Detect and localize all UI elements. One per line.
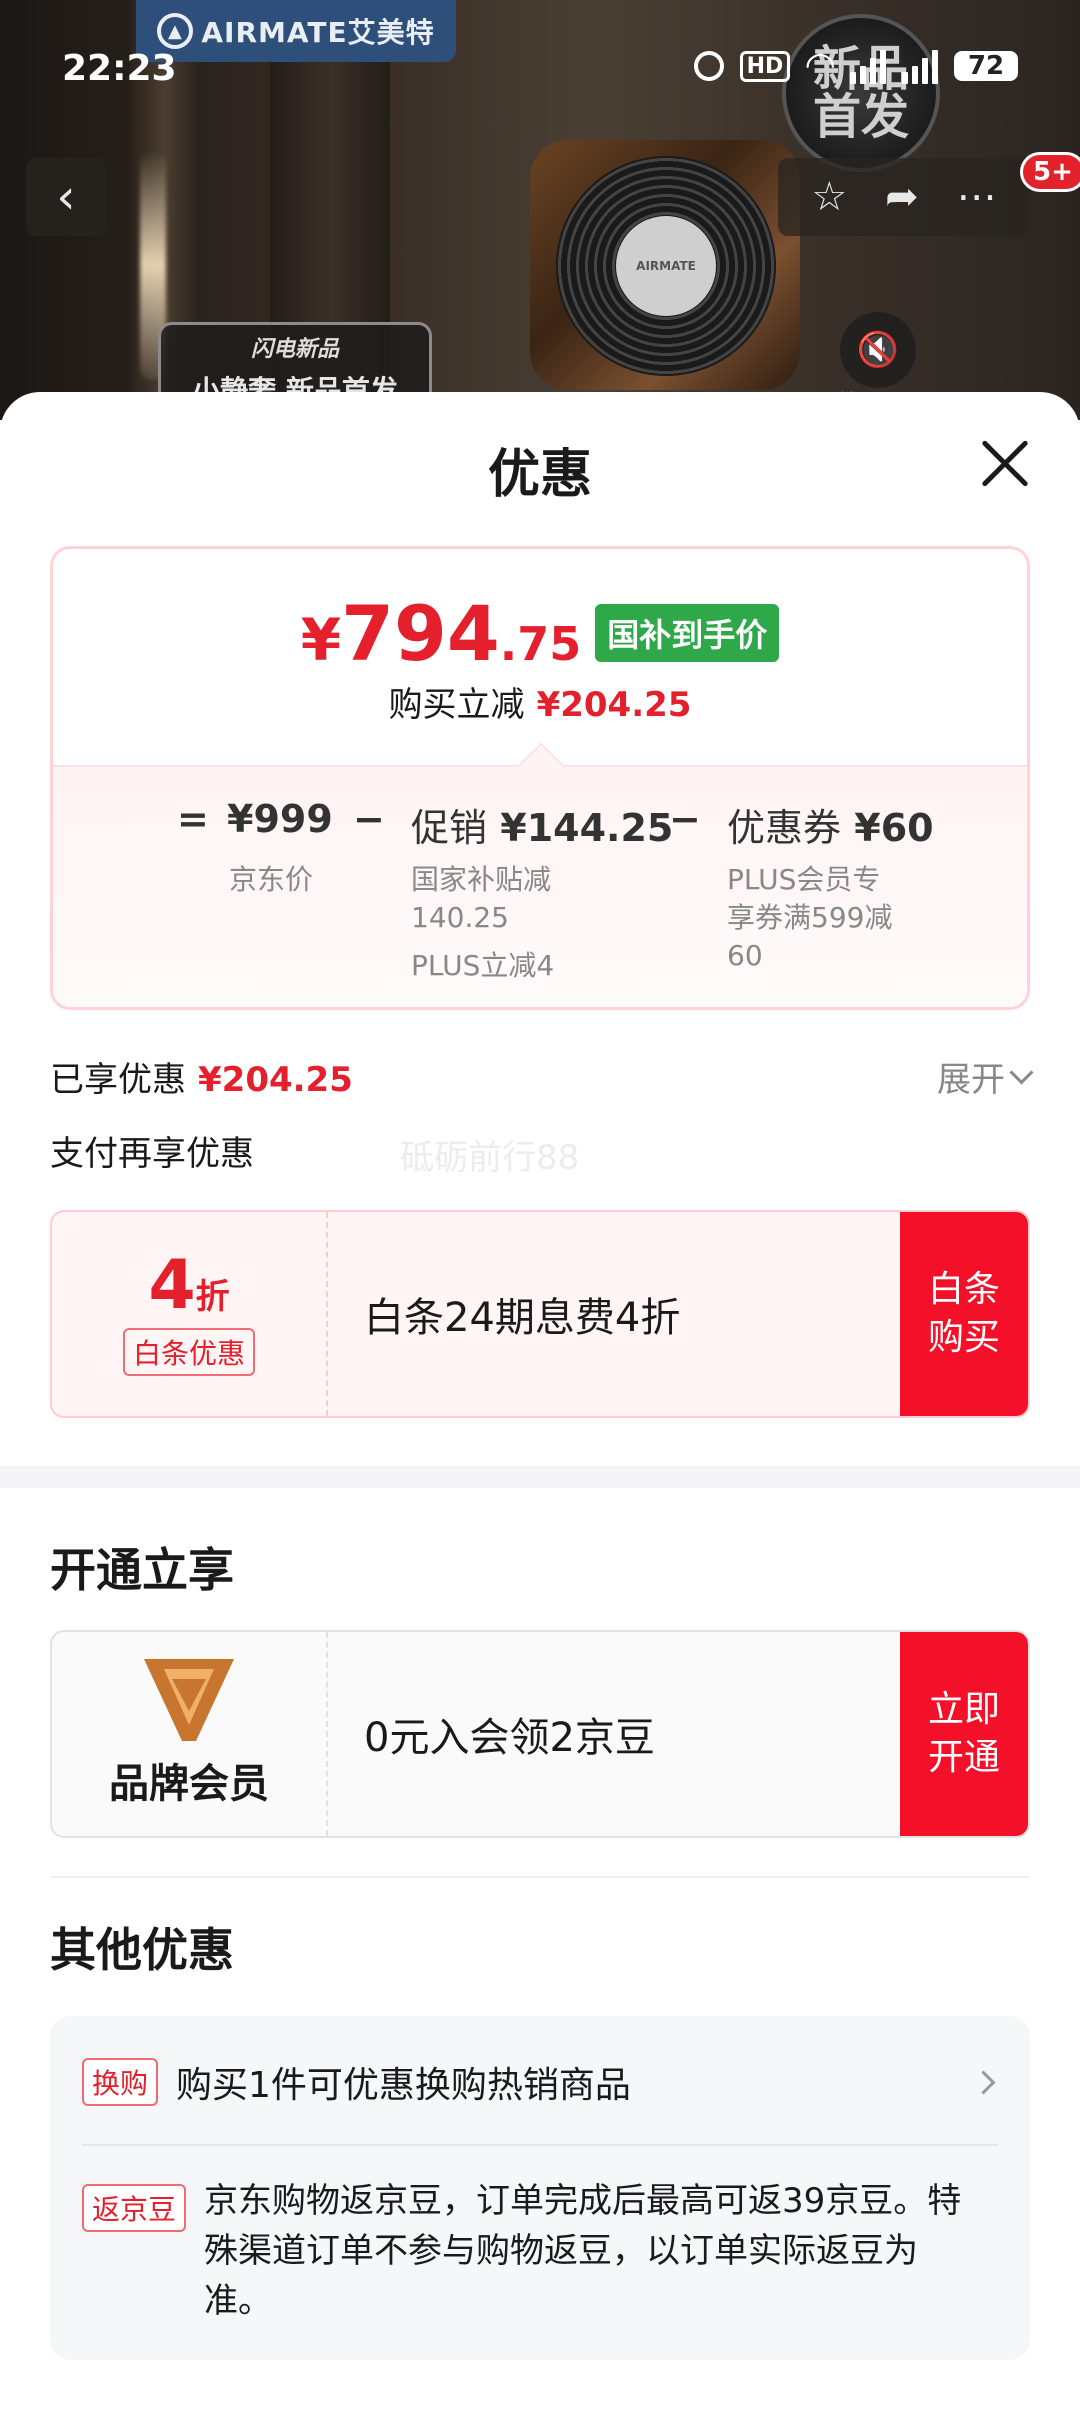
divider xyxy=(82,2144,998,2146)
final-price-row: ¥794.75 国补到手价 xyxy=(53,589,1027,678)
chevron-left-icon: ‹ xyxy=(56,169,76,225)
promo-small: 闪电新品 xyxy=(250,337,339,362)
signal-icon xyxy=(902,48,938,84)
member-offer-card[interactable]: 品牌会员 0元入会领2京豆 立即开通 xyxy=(50,1630,1030,1838)
close-icon[interactable] xyxy=(976,434,1034,492)
baitiao-buy-label: 白条购买 xyxy=(927,1269,1000,1358)
other-section-title: 其他优惠 xyxy=(50,1923,234,1977)
coupon-desc-line: 享券满599减 xyxy=(727,901,893,934)
baitiao-buy-button[interactable]: 白条购买 xyxy=(900,1212,1028,1416)
baitiao-tag: 白条优惠 xyxy=(122,1328,255,1376)
fan-hub: AIRMATE xyxy=(616,216,716,316)
watermark: 砥砺前行88 xyxy=(400,1138,580,1178)
signal-icon xyxy=(850,48,886,84)
final-price-dec: .75 xyxy=(499,617,582,671)
enjoyed-amount: ¥204.25 xyxy=(198,1060,353,1100)
enjoyed-label: 已享优惠 xyxy=(50,1060,186,1100)
section-divider xyxy=(0,1466,1080,1488)
discount-unit: 折 xyxy=(195,1277,230,1317)
jd-bean-tag: 返京豆 xyxy=(82,2184,187,2232)
trade-in-tag: 换购 xyxy=(82,2058,159,2106)
baitiao-discount: 4折 白条优惠 xyxy=(52,1212,328,1416)
reduce-row: 购买立减 ¥204.25 xyxy=(53,677,1027,726)
promo-desc-line: 国家补贴减 xyxy=(411,863,552,896)
promo-label: 促销 xyxy=(411,806,488,850)
open-member-button[interactable]: 立即开通 xyxy=(900,1632,1028,1836)
member-brand: 品牌会员 xyxy=(52,1632,328,1836)
chevron-right-icon xyxy=(971,2069,996,2095)
message-count-badge: 5+ xyxy=(1020,152,1080,192)
price-formula: = ¥999 京东价 − 促销 ¥144.25 国家补贴减 140.25 PLU… xyxy=(53,765,1027,1007)
promo-value: ¥144.25 xyxy=(500,806,674,850)
baitiao-desc: 白条24期息费4折 xyxy=(364,1295,681,1341)
jd-price: ¥999 xyxy=(227,797,333,841)
sheet-title: 优惠 xyxy=(487,445,592,505)
more-icon[interactable]: ⋯ xyxy=(957,174,997,220)
jd-bean-offer: 返京豆 京东购物返京豆，订单完成后最高可返39京豆。特殊渠道订单不参与购物返豆，… xyxy=(82,2181,970,2326)
promo-desc: 国家补贴减 140.25 PLUS立减4 xyxy=(411,861,554,985)
final-price: ¥794.75 xyxy=(301,589,582,678)
share-icon[interactable]: ➦ xyxy=(885,174,919,220)
jd-bean-text: 京东购物返京豆，订单完成后最高可返39京豆。特殊渠道订单不参与购物返豆，以订单实… xyxy=(204,2181,962,2321)
status-time: 22:23 xyxy=(62,48,177,89)
reduce-amount: ¥204.25 xyxy=(536,685,692,725)
status-icons: HD ◠ 72 xyxy=(693,45,1018,86)
brand-v-logo-icon xyxy=(144,1659,234,1741)
member-name: 品牌会员 xyxy=(109,1761,269,1807)
promo-amount: 促销 ¥144.25 xyxy=(411,797,673,852)
alarm-icon xyxy=(693,51,724,81)
enjoyed-discount: 已享优惠 ¥204.25 xyxy=(50,1052,353,1101)
divider xyxy=(50,1876,1030,1878)
promo-desc-line: 140.25 xyxy=(411,901,509,934)
coupon-desc-line: PLUS会员专 xyxy=(727,863,881,896)
other-offers-card: 换购 购买1件可优惠换购热销商品 返京豆 京东购物返京豆，订单完成后最高可返39… xyxy=(50,2016,1030,2360)
nav-actions: ☆ ➦ ⋯ xyxy=(778,158,1030,236)
expand-label: 展开 xyxy=(937,1060,1005,1100)
trade-in-text: 购买1件可优惠换购热销商品 xyxy=(176,2065,631,2106)
back-button[interactable]: ‹ xyxy=(26,158,106,236)
subsidy-price-tag: 国补到手价 xyxy=(595,604,780,662)
price-breakdown-card: ¥794.75 国补到手价 购买立减 ¥204.25 = ¥999 京东价 − 促… xyxy=(50,546,1030,1010)
status-bar: 22:23 HD ◠ 72 xyxy=(0,0,1080,140)
star-icon[interactable]: ☆ xyxy=(811,174,847,220)
member-desc: 0元入会领2京豆 xyxy=(364,1715,655,1761)
mute-icon[interactable]: 🔇 xyxy=(840,312,916,388)
jd-price-label: 京东价 xyxy=(229,863,314,896)
baitiao-offer-card[interactable]: 4折 白条优惠 白条24期息费4折 白条购买 xyxy=(50,1210,1030,1418)
final-price-yen: ¥ xyxy=(300,606,342,674)
minus-sign: − xyxy=(669,797,701,841)
discount-value: 4折 xyxy=(148,1252,229,1320)
wifi-icon: ◠ xyxy=(806,45,834,86)
minus-sign: − xyxy=(353,797,385,841)
coupon-amount: 优惠券 ¥60 xyxy=(727,797,934,852)
discount-sheet: 优惠 ¥794.75 国补到手价 购买立减 ¥204.25 = ¥999 京东价 … xyxy=(0,392,1080,2412)
final-price-int: 794 xyxy=(341,589,500,678)
hd-icon: HD xyxy=(739,50,791,82)
expand-button[interactable]: 展开 xyxy=(937,1052,1034,1101)
pay-discount-title: 支付再享优惠 xyxy=(50,1134,254,1174)
coupon-label: 优惠券 xyxy=(727,806,842,850)
promo-desc-line: PLUS立减4 xyxy=(411,949,555,982)
chevron-down-icon xyxy=(1009,1060,1034,1085)
open-section-title: 开通立享 xyxy=(50,1543,234,1597)
equals-sign: = xyxy=(177,797,209,841)
battery-icon: 72 xyxy=(954,51,1018,81)
price-summary: ¥794.75 国补到手价 购买立减 ¥204.25 xyxy=(53,549,1027,765)
coupon-value: ¥60 xyxy=(854,806,934,850)
fan-brand: AIRMATE xyxy=(636,259,696,273)
discount-number: 4 xyxy=(148,1246,196,1325)
coupon-desc-line: 60 xyxy=(727,939,763,972)
open-member-label: 立即开通 xyxy=(927,1689,1000,1778)
trade-in-offer[interactable]: 换购 购买1件可优惠换购热销商品 xyxy=(82,2056,998,2108)
reduce-label: 购买立减 xyxy=(388,685,525,725)
coupon-desc: PLUS会员专 享券满599减 60 xyxy=(727,861,892,975)
